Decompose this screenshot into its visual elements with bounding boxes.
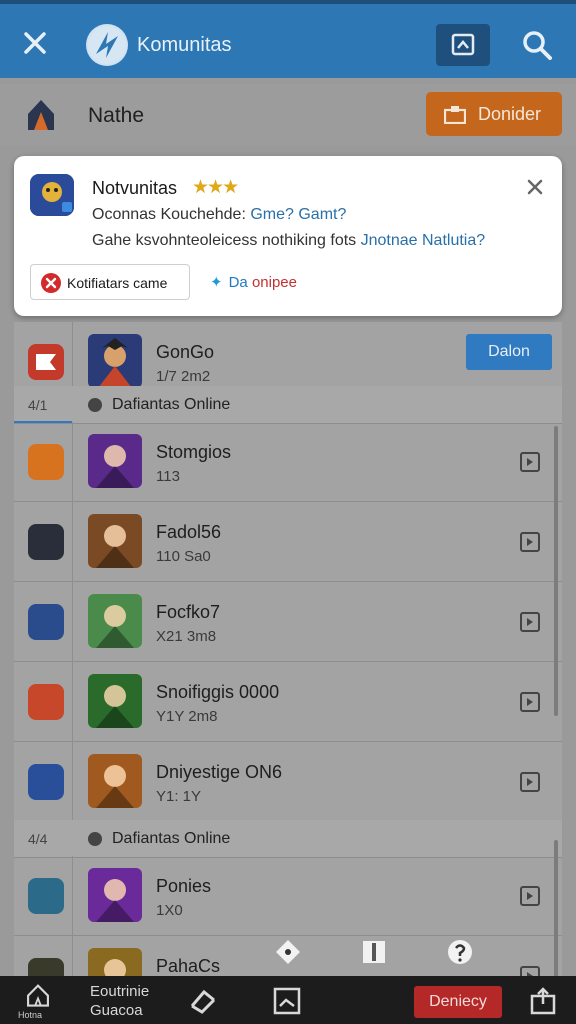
open-arrow-icon[interactable] <box>520 772 540 792</box>
close-icon[interactable] <box>524 176 546 198</box>
item-title: Focfko7 <box>156 602 221 622</box>
scrollbar[interactable] <box>554 840 558 976</box>
game-thumbnail <box>88 948 142 976</box>
list-item[interactable]: Stomgios 113 <box>14 422 562 502</box>
item-subtitle: 1X0 <box>156 902 183 919</box>
open-arrow-icon[interactable] <box>520 612 540 632</box>
scrollbar[interactable] <box>554 426 558 716</box>
game-thumbnail <box>88 514 142 568</box>
search-icon[interactable] <box>520 28 554 62</box>
notification-detail: Gahe ksvohnteoleicess nothiking fots Jno… <box>92 232 486 249</box>
chip-label: Kotifiatars came <box>67 275 168 291</box>
donate-button[interactable]: Donider <box>426 92 562 136</box>
pin-icon[interactable] <box>274 938 302 966</box>
nav-community[interactable]: Eoutrinie Guacoa <box>90 982 160 1024</box>
status-dot-icon <box>88 832 102 846</box>
deploy-button[interactable]: Deniecy <box>414 986 502 1018</box>
open-arrow-icon[interactable] <box>520 692 540 712</box>
share-link[interactable]: ✦ Da onipee <box>210 273 297 291</box>
open-arrow-icon[interactable] <box>520 886 540 906</box>
error-icon <box>41 273 61 293</box>
item-subtitle: Y1Y 2m8 <box>156 708 218 725</box>
open-arrow-icon[interactable] <box>520 966 540 976</box>
detail-link[interactable]: Jnotnae Natlutia? <box>361 232 486 249</box>
item-title: Fadol56 <box>156 522 222 542</box>
status-dot-icon <box>88 398 102 412</box>
item-subtitle: Y1: 1Y <box>156 788 202 805</box>
help-icon[interactable] <box>446 938 474 966</box>
app-icon <box>30 174 74 216</box>
game-thumbnail <box>88 594 142 648</box>
item-title: GonGo <box>156 342 215 362</box>
app-badge-icon <box>28 344 64 380</box>
image-icon[interactable] <box>272 986 302 1016</box>
nav-home[interactable]: Hotna <box>16 976 60 1024</box>
refresh-icon[interactable] <box>186 986 220 1016</box>
app-badge-icon <box>28 878 64 914</box>
app-badge-icon <box>28 604 64 640</box>
section-count: 4/1 <box>28 397 48 413</box>
game-thumbnail <box>88 674 142 728</box>
donate-label: Donider <box>478 104 542 124</box>
section-label: Dafiantas Online <box>112 830 231 847</box>
item-subtitle: 1/7 2m2 <box>156 368 211 385</box>
list-item[interactable]: Snoifiggis 0000 Y1Y 2m8 <box>14 662 562 742</box>
open-arrow-icon[interactable] <box>520 532 540 552</box>
gift-icon <box>444 106 466 124</box>
nav-community-label: Eoutrinie <box>90 983 150 1000</box>
item-subtitle: X21 3m8 <box>156 628 217 645</box>
item-title: Dniyestige ON6 <box>156 762 283 782</box>
app-logo-icon <box>86 24 128 66</box>
app-badge-icon <box>28 764 64 800</box>
nav-community-sublabel: Guacoa <box>90 1002 143 1019</box>
list-item[interactable]: Fadol56 110 Sa0 <box>14 502 562 582</box>
notification-title: Notvunitas <box>92 178 178 198</box>
section-label: Dafiantas Online <box>112 396 231 413</box>
list-item[interactable]: Ponies 1X0 <box>14 856 562 936</box>
nav-home-label: Hotna <box>18 1010 43 1020</box>
game-thumbnail <box>88 868 142 922</box>
twitter-bird-icon: ✦ <box>210 274 223 291</box>
open-arrow-icon[interactable] <box>520 452 540 472</box>
game-list: GonGo 1/7 2m2 Dalon 4/1 Dafiantas Online… <box>14 322 562 976</box>
page-title: Komunitas <box>137 34 232 56</box>
close-icon[interactable] <box>20 28 50 58</box>
community-name: Nathe <box>88 104 145 127</box>
game-thumbnail <box>88 334 142 388</box>
app-badge-icon <box>28 444 64 480</box>
section-header: 4/4 Dafiantas Online <box>14 820 562 858</box>
notification-card: Notvunitas ★★★ Oconnas Kouchehde: Gme? G… <box>14 156 562 316</box>
community-header: Nathe Donider <box>0 84 576 146</box>
join-button[interactable]: Dalon <box>466 334 552 370</box>
item-title: Ponies <box>156 876 212 896</box>
top-app-bar: Komunitas <box>0 0 576 78</box>
item-title: Stomgios <box>156 442 232 462</box>
dismiss-chip[interactable]: Kotifiatars came <box>30 264 190 300</box>
notification-message: Oconnas Kouchehde: Gme? Gamt? <box>92 206 347 223</box>
bookmark-icon <box>451 33 475 56</box>
flag-icon[interactable] <box>360 938 388 966</box>
list-item[interactable]: Dniyestige ON6 Y1: 1Y <box>14 742 562 822</box>
game-thumbnail <box>88 434 142 488</box>
house-icon <box>28 100 54 130</box>
item-subtitle: 113 <box>156 468 180 485</box>
rating-stars: ★★★ <box>192 177 239 198</box>
section-count: 4/4 <box>28 831 48 847</box>
list-item[interactable]: Focfko7 X21 3m8 <box>14 582 562 662</box>
item-subtitle: 110 Sa0 <box>156 548 211 565</box>
game-thumbnail <box>88 754 142 808</box>
home-icon <box>27 984 49 1007</box>
item-title: PahaCs <box>156 956 221 976</box>
message-link[interactable]: Gme? Gamt? <box>250 206 346 223</box>
bottom-nav: Hotna Eoutrinie Guacoa Deniecy <box>0 976 576 1024</box>
app-badge-icon <box>28 958 64 976</box>
app-badge-icon <box>28 684 64 720</box>
app-badge-icon <box>28 524 64 560</box>
section-header: 4/1 Dafiantas Online <box>14 386 562 424</box>
item-title: Snoifiggis 0000 <box>156 682 280 702</box>
bookmark-button[interactable] <box>436 24 490 66</box>
share-icon[interactable] <box>528 986 558 1016</box>
